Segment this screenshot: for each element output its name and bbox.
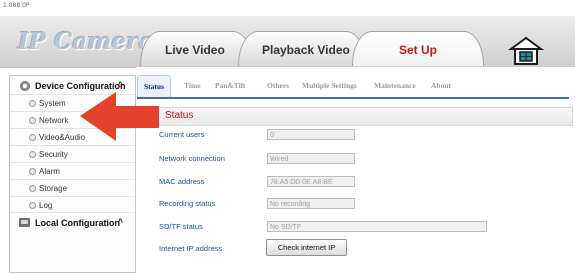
label-network-connection: Network connection (159, 154, 225, 163)
tab-playback-video-label: Playback Video (262, 43, 350, 57)
tab-set-up-label: Set Up (399, 43, 438, 57)
field-mac-address: 78:A5:DD:0E:A8:BE (267, 176, 355, 187)
sidebar: Device Configuration ^ System Network Vi… (9, 75, 136, 273)
subtab-status[interactable]: Status (137, 75, 172, 98)
sidebar-section-label: Device Configuration (35, 81, 126, 91)
tab-live-video[interactable]: Live Video (140, 31, 253, 66)
subtab-bar: Status Time Pan&Tilt Others Multiple Set… (137, 75, 569, 98)
section-title: Status (144, 107, 573, 126)
sidebar-section-label: Local Configuration (35, 218, 120, 228)
bullet-icon (29, 168, 36, 175)
section-title-text: Status (165, 110, 194, 121)
subtab-multiple-settings[interactable]: Multiple Settings (302, 75, 357, 97)
sidebar-item-alarm[interactable]: Alarm (10, 162, 135, 180)
sidebar-item-security[interactable]: Security (10, 145, 135, 163)
bullet-icon (29, 185, 36, 192)
tab-set-up[interactable]: Set Up (352, 31, 484, 66)
bullet-icon (29, 117, 36, 124)
bullet-icon (29, 134, 36, 141)
field-sd-tf-status: No SD/TF (267, 221, 487, 232)
label-mac-address: MAC address (159, 177, 205, 186)
sidebar-item-label: System (39, 99, 66, 108)
bullet-icon (29, 151, 36, 158)
subtab-pan-tilt[interactable]: Pan&Tilt (215, 75, 245, 97)
tab-live-video-label: Live Video (165, 43, 225, 57)
sidebar-item-label: Alarm (39, 167, 60, 176)
header-bar: IP Camera Live Video Playback Video Set … (0, 16, 575, 68)
label-sd-tf-status: SD/TF status (159, 222, 203, 231)
subtab-time[interactable]: Time (184, 75, 201, 97)
collapse-caret-icon[interactable]: ^ (118, 80, 123, 90)
label-recording-status: Recording status (159, 199, 216, 208)
subtab-underline (137, 97, 569, 99)
sidebar-item-label: Video&Audio (39, 133, 86, 142)
label-current-users: Current users (159, 130, 205, 139)
sidebar-section-local-configuration[interactable]: Local Configuration ^ (10, 212, 135, 233)
tab-playback-video[interactable]: Playback Video (238, 31, 366, 66)
sidebar-item-network[interactable]: Network (10, 111, 135, 129)
sidebar-item-label: Security (39, 150, 68, 159)
computer-icon (19, 218, 30, 227)
label-internet-ip-address: Internet IP address (159, 244, 223, 253)
sidebar-item-storage[interactable]: Storage (10, 179, 135, 197)
top-strip: 1.088.0P (0, 0, 575, 16)
main-panel: Status Time Pan&Tilt Others Multiple Set… (136, 67, 575, 271)
subtab-others[interactable]: Others (267, 75, 289, 97)
brand-logo: IP Camera (18, 28, 154, 55)
subtab-about[interactable]: About (431, 75, 451, 97)
sidebar-item-label: Network (39, 116, 69, 125)
bullet-icon (29, 202, 36, 209)
sidebar-item-label: Storage (39, 184, 68, 193)
home-icon[interactable] (508, 36, 544, 66)
bullet-icon (29, 100, 36, 107)
field-current-users: 0 (267, 129, 355, 140)
check-internet-ip-button[interactable]: Check internet IP (266, 239, 347, 256)
sidebar-section-device-configuration[interactable]: Device Configuration ^ (10, 76, 135, 96)
field-recording-status: No recording (267, 198, 355, 209)
sidebar-item-label: Log (39, 201, 53, 210)
corner-label: 1.088.0P (3, 2, 30, 9)
gear-icon (20, 81, 30, 91)
subtab-maintenance[interactable]: Maintenance (374, 75, 416, 97)
field-network-connection: Wired (267, 153, 355, 164)
collapse-caret-icon[interactable]: ^ (118, 217, 123, 227)
sidebar-item-system[interactable]: System (10, 94, 135, 112)
sidebar-item-video-audio[interactable]: Video&Audio (10, 128, 135, 146)
